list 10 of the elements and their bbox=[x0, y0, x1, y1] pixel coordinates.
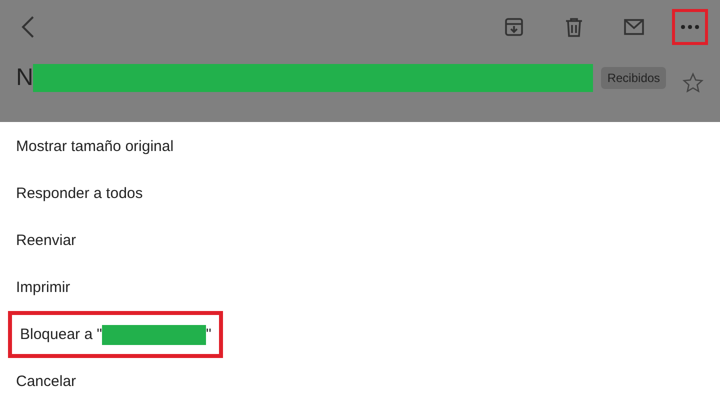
menu-item[interactable]: Reenviar bbox=[0, 217, 92, 264]
menu-item[interactable]: Bloquear a " " bbox=[8, 311, 224, 358]
email-subject: N bbox=[16, 64, 34, 92]
menu-item[interactable]: Responder a todos bbox=[0, 170, 159, 217]
label-tag: Recibidos bbox=[601, 67, 666, 89]
menu-item[interactable]: Imprimir bbox=[0, 264, 86, 311]
star-icon[interactable] bbox=[682, 72, 704, 94]
menu-item[interactable]: Cancelar bbox=[0, 358, 92, 405]
more-icon[interactable] bbox=[672, 9, 708, 45]
menu-item[interactable]: Mostrar tamaño original bbox=[0, 123, 190, 170]
